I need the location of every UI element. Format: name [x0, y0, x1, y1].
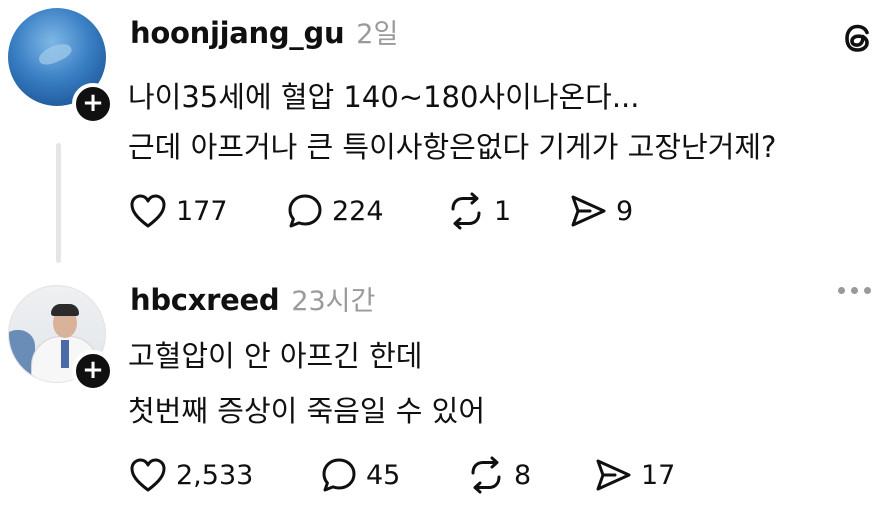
post-text-line: 근데 아프거나 큰 특이사항은없다 기게가 고장난거제? [128, 130, 777, 164]
comment-icon [288, 194, 322, 228]
heart-icon [130, 194, 166, 228]
share-count: 9 [616, 195, 634, 227]
comment-count: 45 [366, 459, 401, 491]
threads-logo-icon[interactable] [838, 18, 878, 58]
post: + hoonjjang_gu 2일 나이35세에 혈압 140~180사이나온다… [0, 0, 895, 265]
dot [851, 287, 858, 294]
post-time: 2일 [356, 19, 399, 50]
heart-icon [130, 458, 166, 492]
comment-button[interactable]: 224 [286, 191, 384, 231]
comment-button[interactable]: 45 [320, 455, 400, 495]
send-icon [596, 459, 631, 491]
like-count: 177 [176, 195, 228, 227]
repost-count: 8 [514, 459, 532, 491]
post-text-line: 고혈압이 안 아프긴 한데 [128, 339, 423, 373]
post-time: 23시간 [291, 286, 376, 317]
share-button[interactable]: 9 [568, 191, 633, 231]
share-count: 17 [641, 459, 676, 491]
avatar-image [51, 304, 79, 316]
like-button[interactable]: 177 [128, 191, 228, 231]
repost-button[interactable]: 1 [446, 191, 511, 231]
share-button[interactable]: 17 [593, 455, 675, 495]
comment-icon [322, 458, 356, 492]
send-icon [571, 195, 606, 227]
like-count: 2,533 [176, 459, 254, 491]
username[interactable]: hoonjjang_gu [130, 16, 345, 50]
dot [838, 287, 845, 294]
username[interactable]: hbcxreed [130, 283, 280, 317]
repost-icon [451, 192, 481, 230]
avatar-image [36, 39, 74, 69]
repost-icon [471, 456, 501, 494]
follow-button[interactable]: + [72, 83, 114, 125]
comment-count: 224 [332, 195, 384, 227]
post: + hbcxreed 23시간 고혈압이 안 아프긴 한데 첫번째 증상이 죽음… [0, 265, 895, 510]
post-header: hbcxreed 23시간 [130, 279, 375, 318]
follow-button[interactable]: + [72, 350, 114, 392]
more-options-icon[interactable] [838, 287, 871, 294]
dot [864, 287, 871, 294]
post-text-line: 나이35세에 혈압 140~180사이나온다... [128, 80, 640, 114]
post-text-line: 첫번째 증상이 죽음일 수 있어 [128, 394, 486, 428]
repost-button[interactable]: 8 [466, 455, 531, 495]
like-button[interactable]: 2,533 [128, 455, 253, 495]
repost-count: 1 [494, 195, 512, 227]
avatar-image [61, 340, 69, 368]
post-header: hoonjjang_gu 2일 [130, 12, 398, 51]
thread-line [56, 143, 61, 263]
